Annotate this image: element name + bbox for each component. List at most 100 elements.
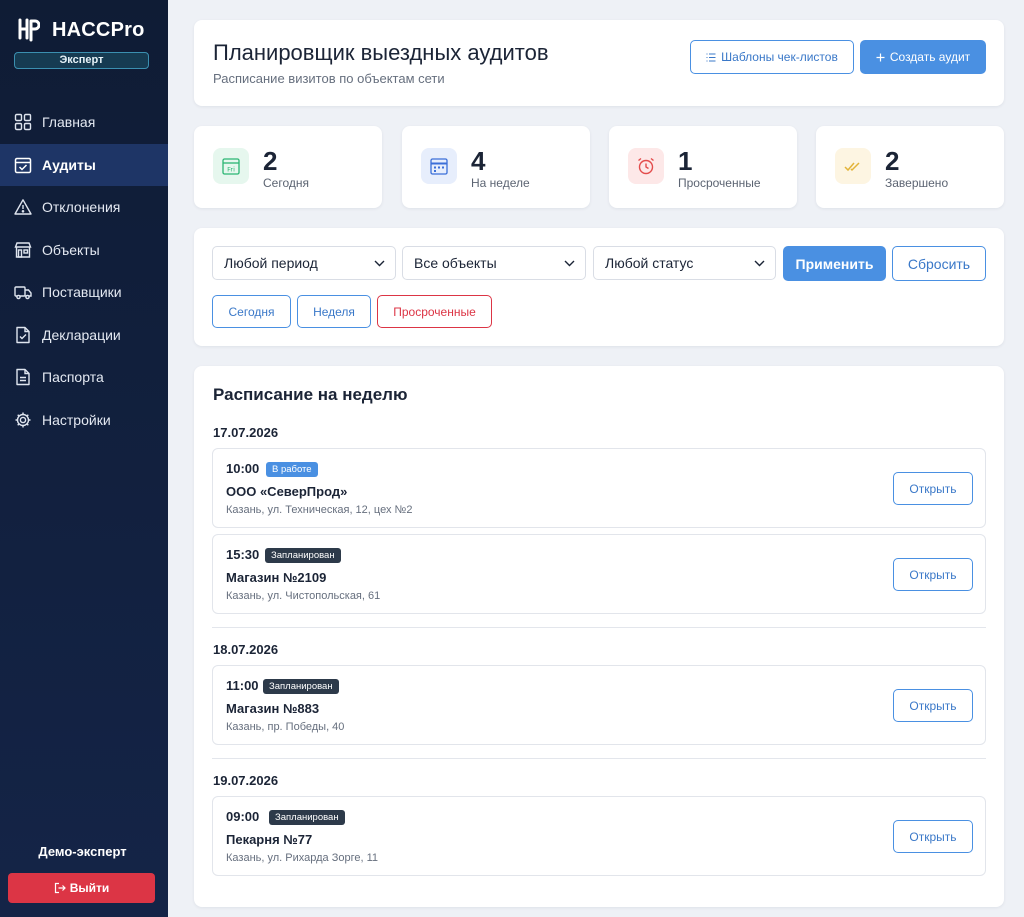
audit-time: 11:00 (226, 678, 259, 693)
chevron-down-icon (564, 260, 575, 266)
document-check-icon (14, 326, 32, 344)
plus-icon (876, 53, 885, 61)
logout-label: Выйти (69, 881, 110, 895)
chevron-down-icon (374, 260, 385, 266)
period-select[interactable]: Любой период (212, 246, 396, 280)
sidebar-item-label: Поставщики (42, 284, 122, 300)
open-audit-button[interactable]: Открыть (893, 689, 973, 722)
sidebar-item-settings[interactable]: Настройки (0, 399, 168, 441)
create-audit-button[interactable]: Создать аудит (860, 40, 986, 74)
brand[interactable]: HACCPro (18, 18, 145, 42)
stat-card-week: 4 На неделе (402, 126, 590, 208)
audit-address: Казань, ул. Чистопольская, 61 (226, 590, 381, 602)
building-icon (14, 241, 32, 259)
calendar-day-icon: Fri (213, 148, 249, 184)
period-select-value: Любой период (224, 255, 318, 271)
list-icon (706, 52, 716, 62)
logout-icon (54, 882, 66, 894)
status-badge: Запланирован (263, 679, 339, 694)
audit-item: 10:00 В работе ООО «СеверПрод» Казань, у… (212, 448, 986, 528)
sidebar-item-declarations[interactable]: Декларации (0, 314, 168, 356)
weekly-schedule: Расписание на неделю 17.07.2026 10:00 В … (194, 366, 1004, 907)
stat-label: Просроченные (678, 176, 761, 190)
sidebar-nav: Главная Аудиты Отклонения Объекты Постав… (0, 101, 168, 441)
truck-icon (14, 283, 32, 301)
audit-item: 15:30 Запланирован Магазин №2109 Казань,… (212, 534, 986, 614)
audit-object-name: Пекарня №77 (226, 832, 313, 847)
audit-address: Казань, пр. Победы, 40 (226, 721, 345, 733)
app-name: HACCPro (52, 18, 145, 41)
sidebar-item-suppliers[interactable]: Поставщики (0, 271, 168, 313)
sidebar-item-label: Аудиты (42, 156, 96, 173)
create-audit-label: Создать аудит (889, 50, 971, 64)
sidebar-item-label: Отклонения (42, 199, 121, 215)
logo-icon (18, 18, 40, 42)
sidebar-item-objects[interactable]: Объекты (0, 229, 168, 271)
sidebar-item-label: Главная (42, 114, 96, 130)
calendar-week-icon (421, 148, 457, 184)
sidebar-item-audits[interactable]: Аудиты (0, 143, 168, 186)
chip-today[interactable]: Сегодня (212, 295, 291, 328)
sidebar-item-home[interactable]: Главная (0, 101, 168, 143)
chip-week[interactable]: Неделя (297, 295, 371, 328)
day-divider (212, 758, 986, 759)
status-badge: В работе (266, 462, 318, 477)
chip-overdue[interactable]: Просроченные (377, 295, 492, 328)
document-icon (14, 368, 32, 386)
day-divider (212, 627, 986, 628)
page-header: Планировщик выездных аудитов Расписание … (194, 20, 1004, 106)
audit-object-name: Магазин №883 (226, 701, 320, 716)
stat-label: Завершено (885, 176, 949, 190)
audit-address: Казань, ул. Техническая, 12, цех №2 (226, 504, 413, 516)
audit-address: Казань, ул. Рихарда Зорге, 11 (226, 852, 379, 864)
audit-time: 09:00 (226, 809, 260, 824)
day-date: 18.07.2026 (213, 642, 279, 657)
stat-card-completed: 2 Завершено (816, 126, 1004, 208)
open-audit-button[interactable]: Открыть (893, 472, 973, 505)
calendar-day-text: Fri (227, 166, 235, 174)
status-select[interactable]: Любой статус (593, 246, 776, 280)
audit-time: 15:30 (226, 547, 260, 562)
sidebar-item-deviations[interactable]: Отклонения (0, 186, 168, 228)
logout-button[interactable]: Выйти (8, 873, 155, 903)
open-audit-button[interactable]: Открыть (893, 558, 973, 591)
reset-button[interactable]: Сбросить (892, 246, 986, 281)
day-date: 17.07.2026 (213, 425, 279, 440)
audit-object-name: Магазин №2109 (226, 570, 327, 585)
audit-item: 11:00 Запланирован Магазин №883 Казань, … (212, 665, 986, 745)
status-badge: Запланирован (265, 548, 341, 563)
schedule-title: Расписание на неделю (213, 385, 408, 404)
checklist-templates-label: Шаблоны чек-листов (721, 50, 838, 64)
audit-object-name: ООО «СеверПрод» (226, 484, 348, 499)
chevron-down-icon (754, 260, 765, 266)
objects-select[interactable]: Все объекты (402, 246, 586, 280)
stat-label: Сегодня (263, 176, 309, 190)
open-audit-button[interactable]: Открыть (893, 820, 973, 853)
warning-icon (14, 198, 32, 216)
stat-value: 2 (263, 146, 278, 176)
gear-icon (14, 411, 32, 429)
stat-value: 1 (678, 146, 693, 176)
user-name: Демо-эксперт (38, 844, 127, 859)
audit-item: 09:00 Запланирован Пекарня №77 Казань, у… (212, 796, 986, 876)
page-subtitle: Расписание визитов по объектам сети (213, 71, 445, 86)
stat-card-today: Fri 2 Сегодня (194, 126, 382, 208)
stat-value: 2 (885, 146, 900, 176)
apply-button[interactable]: Применить (783, 246, 886, 281)
double-check-icon (835, 148, 871, 184)
sidebar: HACCPro Эксперт Главная Аудиты Отклонени… (0, 0, 168, 917)
calendar-check-icon (14, 156, 32, 174)
sidebar-item-label: Объекты (42, 241, 100, 258)
status-badge: Запланирован (269, 810, 345, 825)
sidebar-item-label: Паспорта (42, 369, 104, 385)
sidebar-item-label: Настройки (42, 411, 111, 428)
checklist-templates-button[interactable]: Шаблоны чек-листов (690, 40, 854, 74)
stat-label: На неделе (471, 176, 530, 190)
stat-value: 4 (471, 146, 486, 176)
day-date: 19.07.2026 (213, 773, 279, 788)
objects-select-value: Все объекты (414, 255, 497, 271)
status-select-value: Любой статус (605, 255, 694, 271)
sidebar-item-label: Декларации (42, 326, 121, 343)
grid-icon (14, 113, 32, 131)
sidebar-item-passports[interactable]: Паспорта (0, 356, 168, 398)
